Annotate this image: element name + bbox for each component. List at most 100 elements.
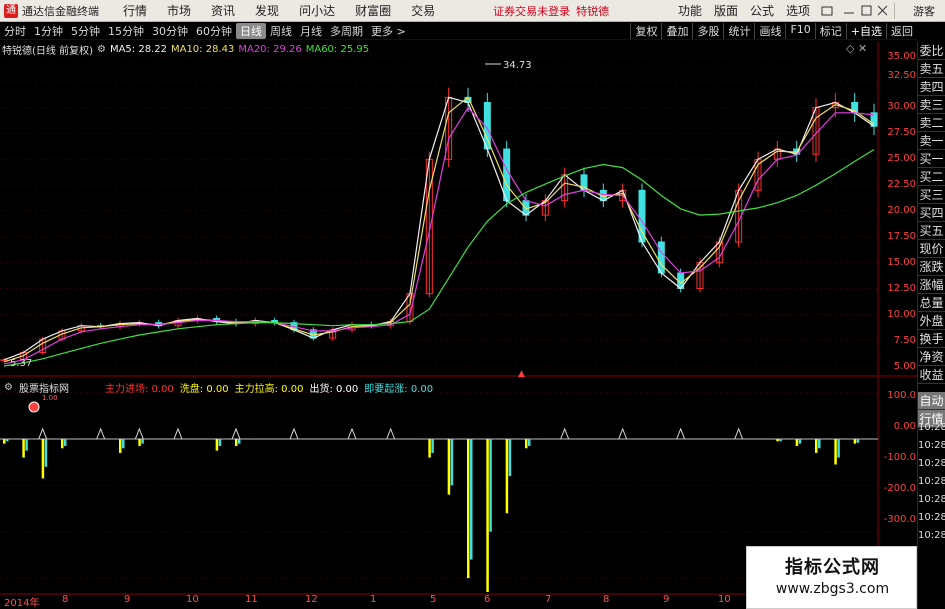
indicator-bar xyxy=(3,439,6,444)
right-quote-panel: 委比 卖五 卖四 卖三 卖二 卖一 买一 买二 买三 买四 买五 现价 涨跌 涨… xyxy=(917,42,945,609)
indicator-bars xyxy=(3,427,860,592)
quote-item-bid3[interactable]: 买三 xyxy=(918,186,945,204)
login-notice[interactable]: 证券交易未登录 xyxy=(493,3,570,19)
ytick-label: 25.00 xyxy=(887,153,916,164)
indicator-ytick-label: -100.0 xyxy=(883,452,916,463)
indicator-item-washout: 洗盘: 0.00 xyxy=(179,384,229,395)
indicator-bar xyxy=(489,439,492,532)
indicator-bar xyxy=(25,439,28,451)
draw-line-button[interactable]: 画线 xyxy=(754,22,785,39)
ma60-value: MA60: 25.95 xyxy=(305,44,370,55)
quote-item-ask3[interactable]: 卖三 xyxy=(918,96,945,114)
maximize-icon[interactable] xyxy=(861,5,872,15)
statistics-button[interactable]: 统计 xyxy=(723,22,754,39)
ma5-value: MA5: 28.22 xyxy=(109,44,167,55)
quote-item-price[interactable]: 现价 xyxy=(918,240,945,258)
indicator-tag: 1.00 xyxy=(42,394,58,402)
indicator-bar xyxy=(41,439,45,479)
settings-icon[interactable]: ⚙ xyxy=(97,44,106,55)
restore-rights-button[interactable]: 复权 xyxy=(630,22,661,39)
menu-item-market[interactable]: 市场 xyxy=(157,2,201,19)
indicator-ytick-label: -200.0 xyxy=(883,483,916,494)
indicator-bar xyxy=(122,439,125,449)
menu-item-discover[interactable]: 发现 xyxy=(245,2,289,19)
quote-item-change-pct[interactable]: 涨幅 xyxy=(918,276,945,294)
menu-item-formula[interactable]: 公式 xyxy=(744,2,780,19)
auto-button[interactable]: 自动 xyxy=(918,392,945,410)
menu-item-layout[interactable]: 版面 xyxy=(708,2,744,19)
quote-item-ask4[interactable]: 卖四 xyxy=(918,78,945,96)
tab-more[interactable]: 更多 > xyxy=(367,23,410,39)
indicator-bar xyxy=(853,439,857,444)
menu-item-ask-xiaoda[interactable]: 问小达 xyxy=(289,2,345,19)
menu-item-functions[interactable]: 功能 xyxy=(672,2,708,19)
quote-item-ask1[interactable]: 卖一 xyxy=(918,132,945,150)
ytick-label: 30.00 xyxy=(887,101,916,112)
indicator-title: 股票指标网 xyxy=(18,384,69,395)
quote-item-ask2[interactable]: 卖二 xyxy=(918,114,945,132)
quote-item-outer[interactable]: 外盘 xyxy=(918,312,945,330)
indicator-settings-icon[interactable]: ⚙ xyxy=(4,382,13,393)
tab-weekly[interactable]: 周线 xyxy=(266,23,296,39)
high-price-label: 34.73 xyxy=(503,60,532,71)
indicator-spike xyxy=(560,427,570,440)
xtick-label: 12 xyxy=(305,594,318,605)
indicator-spike xyxy=(734,427,744,440)
overlay-button[interactable]: 叠加 xyxy=(661,22,692,39)
indicator-bar xyxy=(64,439,67,446)
tab-1min[interactable]: 1分钟 xyxy=(30,23,67,39)
chart-expand-icon[interactable]: ◇ xyxy=(846,42,854,55)
quote-item-bid1[interactable]: 买一 xyxy=(918,150,945,168)
indicator-bar xyxy=(779,439,782,442)
indicator-bar xyxy=(818,439,821,449)
chart-close-icon[interactable]: ✕ xyxy=(858,42,867,55)
menu-icon[interactable] xyxy=(821,6,833,15)
candle-body xyxy=(657,241,665,274)
menu-item-news[interactable]: 资讯 xyxy=(201,2,245,19)
back-button[interactable]: 返回 xyxy=(886,22,917,39)
tab-30min[interactable]: 30分钟 xyxy=(148,23,192,39)
quote-item-volume[interactable]: 总量 xyxy=(918,294,945,312)
quote-item-turnover[interactable]: 换手 xyxy=(918,330,945,348)
app-logo-icon: 通 xyxy=(4,3,18,18)
menu-item-options[interactable]: 选项 xyxy=(780,2,816,19)
stock-chart-title: 特锐德(日线 前复权) xyxy=(2,46,93,57)
indicator-bar xyxy=(6,439,9,442)
quote-item-nav[interactable]: 净资 xyxy=(918,348,945,366)
add-watchlist-button[interactable]: +自选 xyxy=(845,22,886,39)
chart-canvas[interactable]: 34.73 5.37 1.00 ▲ xyxy=(0,42,917,609)
indicator-bar xyxy=(528,439,531,446)
quote-item-bid5[interactable]: 买五 xyxy=(918,222,945,240)
menu-item-trade[interactable]: 交易 xyxy=(401,2,445,19)
tab-15min[interactable]: 15分钟 xyxy=(104,23,148,39)
indicator-bar xyxy=(795,439,799,446)
indicator-marker-icon: ▲ xyxy=(518,369,525,379)
stock-name-notice: 特锐德 xyxy=(576,4,610,18)
ytick-label: 27.50 xyxy=(887,127,916,138)
quote-item-bid2[interactable]: 买二 xyxy=(918,168,945,186)
menu-item-wealth-circle[interactable]: 财富圈 xyxy=(345,2,401,19)
multi-stock-button[interactable]: 多股 xyxy=(692,22,723,39)
f10-button[interactable]: F10 xyxy=(785,22,814,39)
tab-5min[interactable]: 5分钟 xyxy=(67,23,104,39)
mark-button[interactable]: 标记 xyxy=(814,22,846,39)
tab-intraday[interactable]: 分时 xyxy=(0,23,30,39)
menu-item-quotes[interactable]: 行情 xyxy=(113,2,157,19)
tab-daily[interactable]: 日线 xyxy=(236,22,266,39)
watermark-url: www.zbgs3.com xyxy=(775,581,890,597)
quote-item-bid-ratio[interactable]: 委比 xyxy=(918,42,945,60)
tab-60min[interactable]: 60分钟 xyxy=(192,23,236,39)
guest-label[interactable]: 游客 xyxy=(894,2,945,19)
quote-item-change[interactable]: 涨跌 xyxy=(918,258,945,276)
quote-item-ask5[interactable]: 卖五 xyxy=(918,60,945,78)
indicator-bar xyxy=(508,439,512,477)
xtick-label: 10 xyxy=(718,594,731,605)
ma10-value: MA10: 28.43 xyxy=(170,44,235,55)
xtick-label: 7 xyxy=(545,594,552,605)
close-icon[interactable] xyxy=(877,5,888,15)
quote-item-bid4[interactable]: 买四 xyxy=(918,204,945,222)
quote-item-eps[interactable]: 收益 xyxy=(918,366,945,384)
tab-multi-period[interactable]: 多周期 xyxy=(326,23,367,39)
tab-monthly[interactable]: 月线 xyxy=(296,23,326,39)
signal-marker-icon[interactable] xyxy=(28,401,40,413)
